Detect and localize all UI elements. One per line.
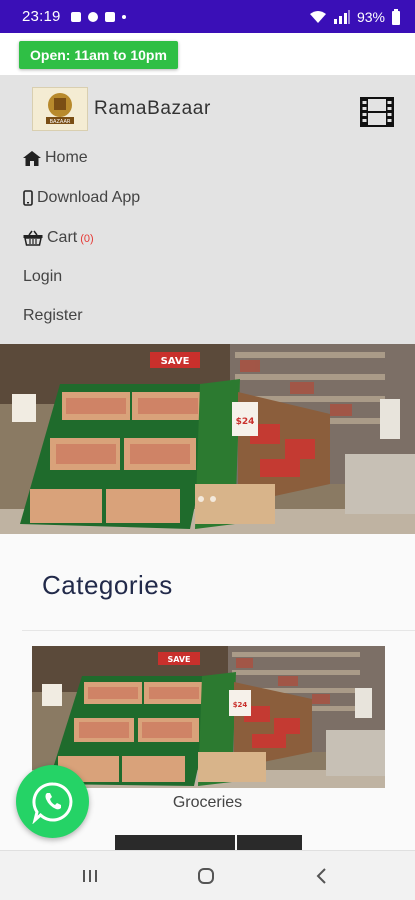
mobile-icon: [23, 190, 33, 206]
nav-item-label: Cart: [47, 229, 78, 246]
category-action-buttons[interactable]: [115, 835, 302, 850]
categories-title: Categories: [42, 570, 173, 600]
whatsapp-icon: [31, 781, 72, 824]
nav-item-download-app[interactable]: Download App: [23, 189, 140, 207]
menu-toggle-button[interactable]: [360, 97, 394, 127]
status-right: 93%: [309, 8, 401, 25]
film-icon: [360, 97, 394, 127]
home-circle-icon: [198, 868, 214, 884]
nav-item-label: Register: [23, 307, 83, 324]
lock-notification-icon: [87, 11, 98, 22]
home-nav-button[interactable]: [194, 865, 218, 887]
category-price-tag: $24: [233, 701, 248, 709]
nav-item-home[interactable]: Home: [23, 149, 88, 167]
battery-icon: [392, 8, 400, 25]
hero-banner[interactable]: SAVE $24: [0, 344, 415, 534]
cart-count-badge: (0): [80, 233, 94, 245]
carousel-dot-1[interactable]: [198, 496, 204, 502]
category-save-sign: SAVE: [167, 655, 190, 664]
hero-save-sign: SAVE: [161, 356, 190, 367]
gallery-notification-icon: [104, 11, 115, 22]
back-chevron-icon: [316, 868, 326, 884]
logo-text: BAZAAR: [50, 119, 71, 125]
notification-icons: [70, 11, 126, 22]
basket-icon: [23, 230, 43, 246]
hero-price-tag: $24: [236, 417, 255, 427]
back-button[interactable]: [310, 865, 334, 887]
hero-supermarket-image: SAVE $24: [0, 344, 415, 534]
wifi-icon: [309, 10, 326, 23]
nav-item-label: Home: [45, 149, 88, 166]
carousel-dot-2[interactable]: [210, 496, 216, 502]
nav-item-login[interactable]: Login: [23, 268, 62, 286]
status-time: 23:19: [22, 8, 61, 25]
hours-band: Open: 11am to 10pm: [0, 33, 415, 75]
status-bar: 23:19 93%: [0, 0, 415, 33]
brand[interactable]: BAZAAR RamaBazaar: [32, 87, 211, 131]
android-nav-bar: [0, 850, 415, 900]
whatsapp-button[interactable]: [16, 765, 89, 838]
battery-percent: 93%: [356, 8, 385, 25]
category-label-text: Groceries: [172, 794, 243, 811]
groceries-category-image: SAVE $24: [32, 646, 385, 788]
category-card-groceries[interactable]: SAVE $24: [32, 646, 385, 788]
recent-apps-button[interactable]: [78, 865, 102, 887]
logo-emblem-icon: BAZAAR: [46, 93, 74, 125]
nav-item-register[interactable]: Register: [23, 307, 83, 325]
site-header: BAZAAR RamaBazaar Home Download App Cart…: [0, 75, 415, 344]
open-hours-badge: Open: 11am to 10pm: [19, 41, 178, 69]
brand-logo[interactable]: BAZAAR: [32, 87, 88, 131]
signal-icon: [333, 9, 350, 24]
nav-item-label: Download App: [37, 189, 141, 206]
home-icon: [23, 150, 41, 166]
photo-notification-icon: [70, 11, 81, 22]
nav-item-cart[interactable]: Cart (0): [23, 229, 94, 247]
button-separator: [235, 835, 237, 850]
dot-notification-icon: [121, 14, 126, 19]
recents-icon: [83, 870, 97, 882]
brand-name[interactable]: RamaBazaar: [94, 98, 211, 120]
nav-item-label: Login: [23, 268, 63, 285]
categories-divider: [22, 630, 415, 631]
